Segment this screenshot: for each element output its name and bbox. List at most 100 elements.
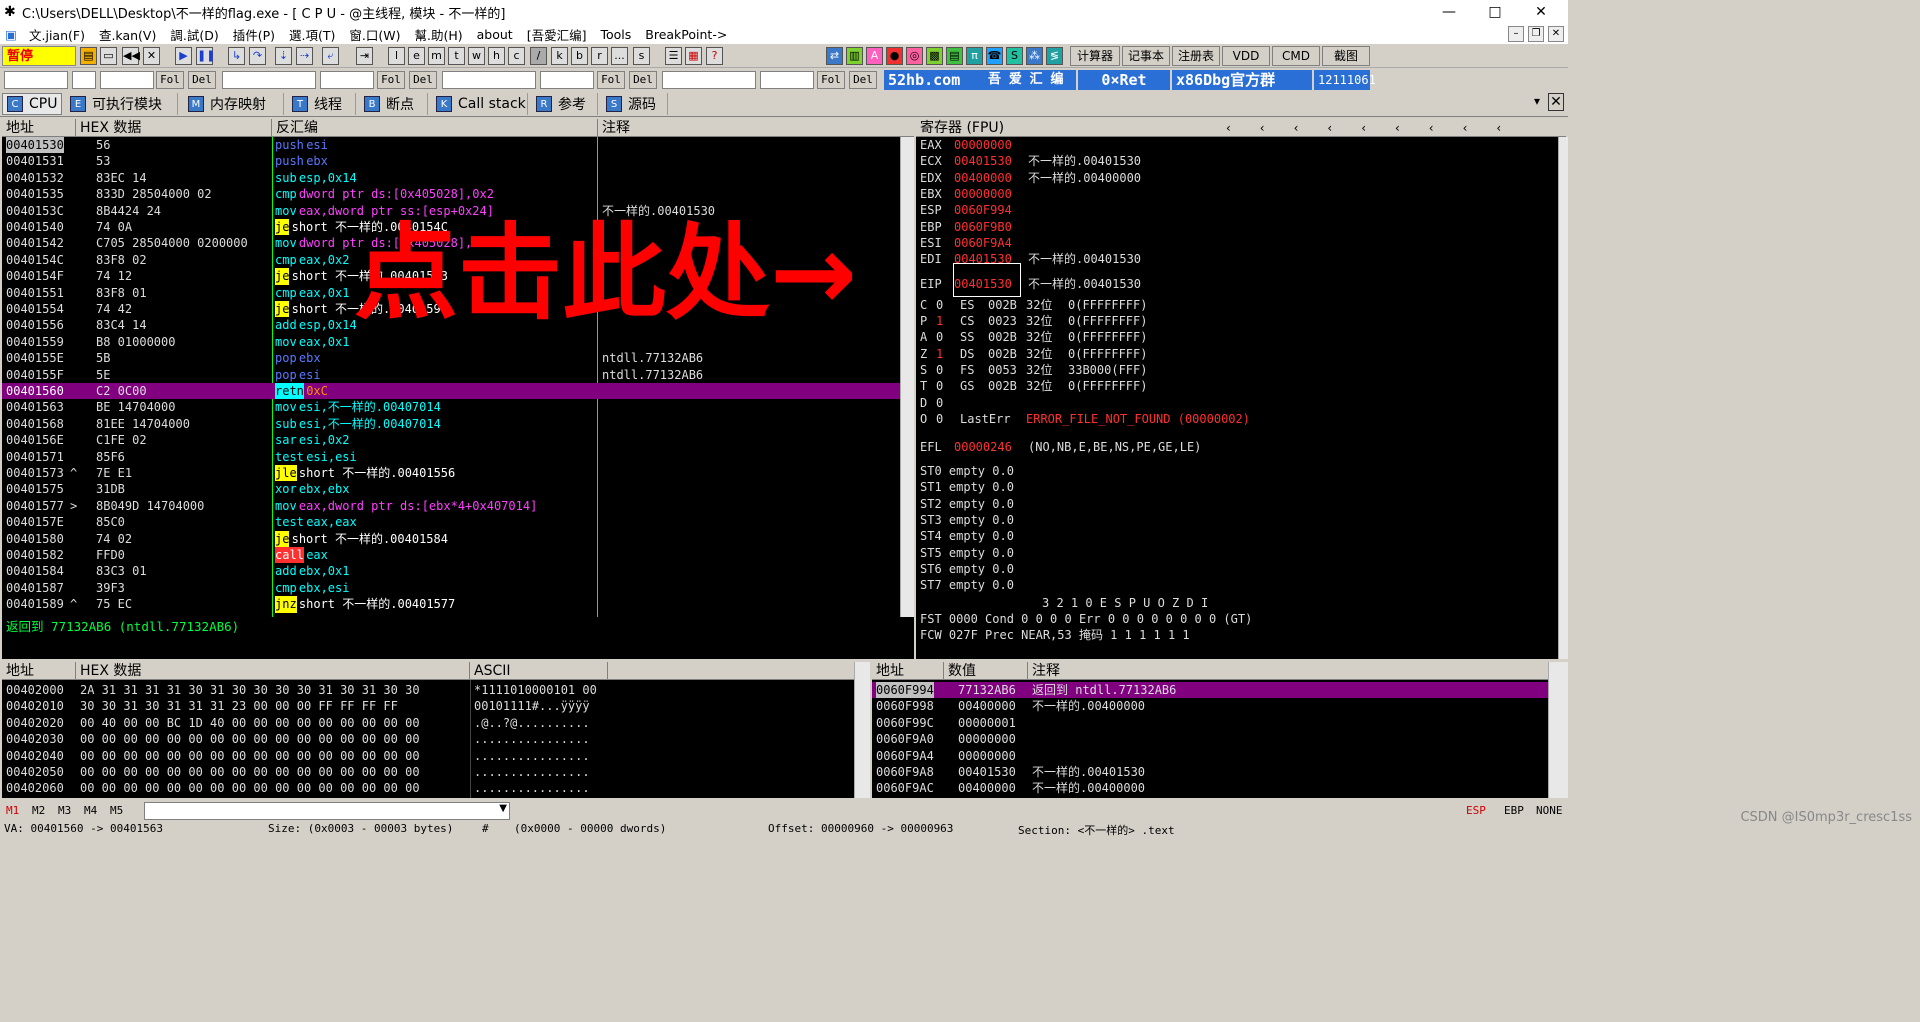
mark-m4[interactable]: M4	[84, 804, 97, 817]
register-value[interactable]: 0060F9B0	[954, 219, 1012, 235]
tab-source[interactable]: S 源码	[602, 93, 668, 115]
del-button-2[interactable]: Del	[409, 71, 437, 89]
mark-m3[interactable]: M3	[58, 804, 71, 817]
disasm-row[interactable]: 00401573 ^ 7E E1 jle short 不一样的.00401556	[2, 465, 900, 482]
plugin12-icon[interactable]: ≶	[1046, 47, 1063, 65]
disasm-row[interactable]: 00401577 >8B049D 14704000 mov eax,dword pt…	[2, 498, 900, 514]
flag-value[interactable]: 0	[936, 411, 943, 427]
col-disasm[interactable]: 反汇编	[272, 119, 598, 137]
tab-threads[interactable]: T 线程	[288, 93, 356, 115]
tab-memory-map[interactable]: M 内存映射	[184, 93, 284, 115]
plugin6-icon[interactable]: ▩	[926, 47, 943, 65]
notepad-button[interactable]: 记事本	[1122, 46, 1170, 66]
disasm-row[interactable]: 00401563 BE 14704000 mov esi,不一样的.00407014	[2, 399, 900, 415]
disasm-row[interactable]: 00401568 81EE 14704000 sub esi,不一样的.004070…	[2, 416, 900, 432]
mdi-restore-icon[interactable]: ❐	[1528, 26, 1544, 42]
dump-scrollbar[interactable]	[854, 662, 870, 798]
menu-options[interactable]: 選.項(T)	[282, 25, 342, 44]
fol-button-2[interactable]: Fol	[377, 71, 405, 89]
disasm-row[interactable]: 0040155F 5E pop esi ntdll.77132AB6	[2, 367, 900, 383]
menu-view[interactable]: 查.kan(V)	[92, 25, 163, 44]
command-input-4[interactable]	[662, 71, 756, 89]
dump-col-ascii[interactable]: ASCII	[470, 662, 608, 680]
command-input-1b[interactable]	[72, 71, 96, 89]
close-button[interactable]: ✕	[1518, 0, 1564, 24]
mark-m5[interactable]: M5	[110, 804, 123, 817]
flag-value[interactable]: 0	[936, 395, 943, 411]
list-icon[interactable]: ☰	[665, 47, 682, 65]
vdd-button[interactable]: VDD	[1222, 46, 1270, 66]
stack-row[interactable]: 0060F9A4 00000000	[872, 748, 1548, 764]
plugin11-icon[interactable]: ⁂	[1026, 47, 1043, 65]
banner-52hb-link[interactable]: 52hb.com	[884, 70, 984, 90]
disasm-scrollbar[interactable]	[900, 137, 914, 617]
restart-icon[interactable]: ◀◀	[122, 47, 140, 65]
execute-till-return-icon[interactable]: ⤶	[322, 47, 339, 65]
close-process-icon[interactable]: ✕	[143, 47, 160, 65]
register-value[interactable]: 00000000	[954, 137, 1012, 153]
stack-col-address[interactable]: 地址	[872, 662, 944, 680]
plugin2-icon[interactable]: ▥	[846, 47, 863, 65]
toolbar-dots[interactable]: ...	[611, 47, 628, 65]
disasm-row[interactable]: 00401589 ^ 75 EC jnz short 不一样的.00401577	[2, 596, 900, 613]
command-input-1c[interactable]	[100, 71, 154, 89]
banner-group-number[interactable]: 12111061	[1314, 70, 1376, 90]
toolbar-m[interactable]: m	[428, 47, 445, 65]
stack-row[interactable]: 0060F994 77132AB6 返回到 ntdll.77132AB6	[872, 682, 1548, 699]
fol-button-3[interactable]: Fol	[597, 71, 625, 89]
tab-modules[interactable]: E 可执行模块	[66, 93, 178, 115]
trace-into-icon[interactable]: ⇣	[275, 47, 292, 65]
disasm-row[interactable]: 00401580 74 02 je short 不一样的.00401584	[2, 530, 900, 547]
disasm-row[interactable]: 00401535 833D 28504000 02 cmp dword ptr ds…	[2, 186, 900, 202]
follow-esp[interactable]: ESP	[1466, 804, 1486, 817]
follow-ebp[interactable]: EBP	[1504, 804, 1524, 817]
col-hex[interactable]: HEX 数据	[76, 119, 272, 137]
toolbar-w[interactable]: w	[468, 47, 485, 65]
stack-row[interactable]: 0060F9A8 00401530 不一样的.00401530	[872, 764, 1548, 780]
stack-col-value[interactable]: 数值	[944, 662, 1028, 680]
dump-col-address[interactable]: 地址	[2, 662, 76, 680]
screenshot-button[interactable]: 截图	[1322, 46, 1370, 66]
mark-m2[interactable]: M2	[32, 804, 45, 817]
maximize-button[interactable]: □	[1472, 0, 1518, 24]
flag-value[interactable]: 1	[936, 346, 943, 362]
stack-row[interactable]: 0060F99C 00000001	[872, 715, 1548, 731]
menu-tools[interactable]: Tools	[593, 27, 638, 42]
stack-row[interactable]: 0060F9AC 00400000 不一样的.00400000	[872, 780, 1548, 796]
command-input-3b[interactable]	[540, 71, 594, 89]
menu-help[interactable]: 幫.助(H)	[407, 25, 469, 44]
flag-value[interactable]: 1	[936, 313, 943, 329]
mdi-minimize-icon[interactable]: –	[1508, 26, 1524, 42]
command-input-1[interactable]	[4, 71, 68, 89]
tab-breakpoints[interactable]: B 断点	[360, 93, 428, 115]
plugin3-icon[interactable]: A	[866, 47, 883, 65]
plugin9-icon[interactable]: ☎	[986, 47, 1003, 65]
disassembly-panel[interactable]: 00401530 56 push esi 00401531 53 push ebx 0040…	[2, 137, 900, 617]
register-value[interactable]: 0060F9A4	[954, 235, 1012, 251]
registers-scrollbar[interactable]	[1558, 137, 1568, 659]
banner-0xret-link[interactable]: 0×Ret	[1078, 70, 1170, 90]
command-input-2[interactable]	[222, 71, 316, 89]
command-input-2b[interactable]	[320, 71, 374, 89]
efl-value[interactable]: 00000246	[954, 439, 1012, 455]
stack-row[interactable]: 0060F998 00400000 不一样的.00400000	[872, 698, 1548, 714]
dump-col-hex[interactable]: HEX 数据	[76, 662, 470, 680]
menu-breakpoint[interactable]: BreakPoint->	[638, 27, 734, 42]
grid-icon[interactable]: ▦	[685, 47, 702, 65]
disasm-row[interactable]: 00401575 31DB xor ebx,ebx	[2, 481, 900, 497]
calculator-button[interactable]: 计算器	[1070, 46, 1120, 66]
toolbar-b[interactable]: b	[571, 47, 588, 65]
plugin8-icon[interactable]: π	[966, 47, 983, 65]
tab-references[interactable]: R 参考	[532, 93, 598, 115]
cmd-button[interactable]: CMD	[1272, 46, 1320, 66]
register-nav-arrows[interactable]: ‹‹‹‹‹‹‹‹‹	[1222, 119, 1562, 137]
del-button-1[interactable]: Del	[188, 71, 216, 89]
tab-close-icon[interactable]: ✕	[1548, 93, 1564, 111]
plugin5-icon[interactable]: ◎	[906, 47, 923, 65]
pause-icon[interactable]: ❚❚	[196, 47, 215, 65]
banner-52hb-cn[interactable]: 吾 爱 汇 编	[984, 70, 1076, 90]
disasm-row[interactable]: 00401584 83C3 01 add ebx,0x1	[2, 563, 900, 579]
disasm-row[interactable]: 00401587 39F3 cmp ebx,esi	[2, 580, 900, 596]
toolbar-k[interactable]: k	[551, 47, 568, 65]
register-value[interactable]: 00000000	[954, 186, 1012, 202]
